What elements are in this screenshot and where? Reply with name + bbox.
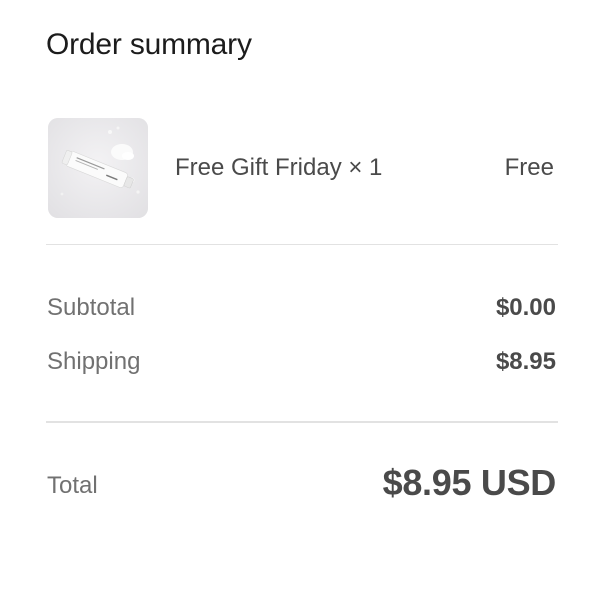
shipping-value: $8.95 [495,348,556,375]
order-summary-panel: Order summary Free Gift Friday × 1 Free … [0,0,600,600]
divider [46,244,558,245]
total-label: Total [47,472,98,499]
line-item: Free Gift Friday × 1 Free [48,118,558,218]
subtotal-label: Subtotal [47,294,136,321]
subtotal-value: $0.00 [495,294,556,321]
item-name: Free Gift Friday × 1 [175,154,383,181]
product-tube-icon [48,118,148,218]
order-summary-title: Order summary [46,28,252,61]
shipping-label: Shipping [47,348,141,375]
total-value: $8.95 USD [382,462,557,503]
product-thumbnail [48,118,148,218]
item-price: Free [504,154,554,181]
divider [46,421,558,423]
